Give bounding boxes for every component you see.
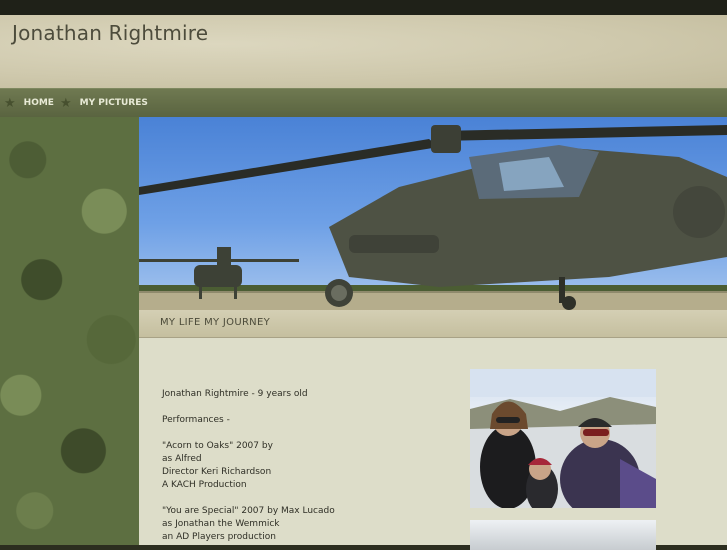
- bio-line: "You are Special" 2007 by Max Lucado: [162, 506, 335, 516]
- bio-line: as Jonathan the Wemmick: [162, 519, 280, 529]
- bio-line: Jonathan Rightmire - 9 years old: [162, 389, 308, 399]
- nav-item-my-pictures[interactable]: ★ MY PICTURES: [60, 89, 148, 117]
- main-nav: ★ HOME ★ MY PICTURES: [0, 88, 727, 118]
- nav-label: HOME: [23, 98, 54, 108]
- star-icon: ★: [60, 95, 72, 111]
- helicopter-banner-image: [139, 117, 727, 310]
- main-content: MY LIFE MY JOURNEY Jonathan Rightmire - …: [139, 117, 727, 550]
- camo-sidebar: [0, 117, 139, 545]
- bio-line: as Alfred: [162, 454, 202, 464]
- bio-text: Jonathan Rightmire - 9 years old Perform…: [162, 388, 422, 544]
- bio-line: A KACH Production: [162, 480, 247, 490]
- star-icon: ★: [4, 95, 16, 111]
- bio-line: an AD Players production: [162, 532, 276, 542]
- site-header: Jonathan Rightmire: [0, 15, 727, 89]
- bio-line: Performances -: [162, 415, 230, 425]
- second-photo: [470, 520, 656, 550]
- bio-line: Director Keri Richardson: [162, 467, 272, 477]
- nav-label: MY PICTURES: [79, 98, 148, 108]
- page-subtitle-bar: MY LIFE MY JOURNEY: [139, 310, 727, 338]
- page-subtitle: MY LIFE MY JOURNEY: [160, 317, 270, 328]
- bio-line: "Acorn to Oaks" 2007 by: [162, 441, 273, 451]
- nav-item-home[interactable]: ★ HOME: [4, 89, 54, 117]
- site-title[interactable]: Jonathan Rightmire: [12, 21, 208, 45]
- family-photo: [470, 369, 656, 508]
- top-strip: [0, 0, 727, 15]
